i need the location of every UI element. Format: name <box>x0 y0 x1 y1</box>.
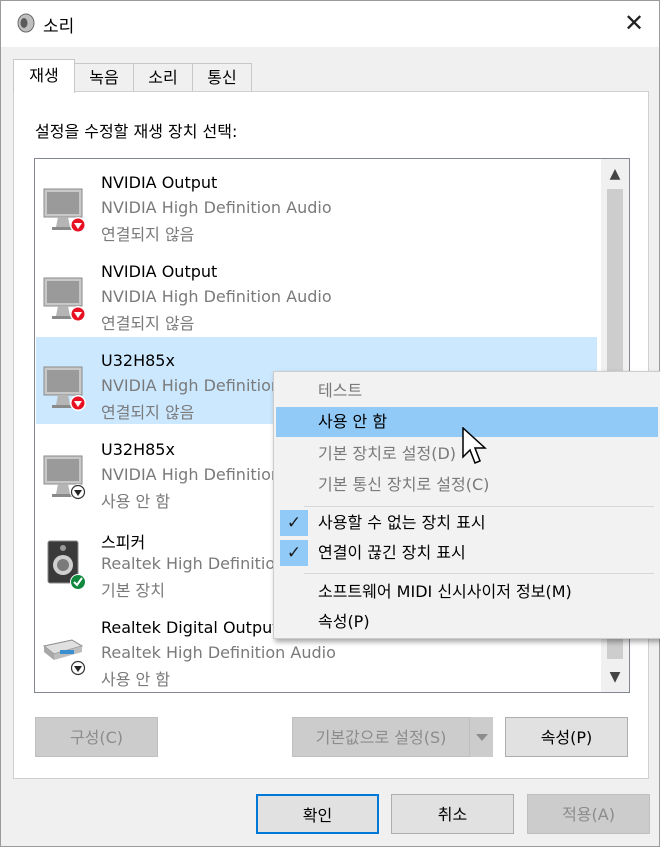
tab-recording[interactable]: 녹음 <box>74 63 134 92</box>
device-name: U32H85x <box>101 351 175 370</box>
menu-item-show-disabled-devices[interactable]: ✓ 사용할 수 없는 장치 표시 <box>276 508 658 538</box>
device-status: 연결되지 않음 <box>101 314 195 333</box>
properties-button[interactable]: 속성(P) <box>505 717 628 757</box>
digital-output-icon <box>42 639 86 676</box>
menu-item-label: 소프트웨어 MIDI 신시사이저 정보(M) <box>318 582 572 601</box>
context-menu: 테스트 사용 안 함 기본 장치로 설정(D) 기본 통신 장치로 설정(C) … <box>273 371 660 639</box>
monitor-icon <box>43 366 86 411</box>
chevron-up-icon: ▲ <box>609 166 621 182</box>
menu-separator <box>304 506 654 507</box>
device-name: 스피커 <box>101 533 146 552</box>
device-description: NVIDIA High Definition Audio <box>101 198 332 217</box>
menu-item-label: 연결이 끊긴 장치 표시 <box>318 543 466 562</box>
menu-item-show-disconnected-devices[interactable]: ✓ 연결이 끊긴 장치 표시 <box>276 538 658 568</box>
speaker-icon <box>47 540 86 590</box>
ok-button[interactable]: 확인 <box>256 794 379 834</box>
device-name: Realtek Digital Output <box>101 618 279 637</box>
tab-sounds[interactable]: 소리 <box>133 63 193 92</box>
close-icon: ✕ <box>623 9 645 37</box>
device-status: 사용 안 함 <box>101 492 171 511</box>
device-name: NVIDIA Output <box>101 173 218 192</box>
menu-item-midi-info[interactable]: 소프트웨어 MIDI 신시사이저 정보(M) <box>276 577 658 607</box>
mouse-pointer-icon <box>462 427 487 464</box>
menu-item-set-default-comm[interactable]: 기본 통신 장치로 설정(C) <box>276 470 658 500</box>
device-status: 사용 안 함 <box>101 670 171 689</box>
menu-item-properties[interactable]: 속성(P) <box>276 607 658 637</box>
cancel-button[interactable]: 취소 <box>391 794 514 834</box>
device-description: Realtek High Definition Audio <box>101 643 336 662</box>
monitor-icon <box>43 277 86 322</box>
device-item[interactable]: NVIDIA Output NVIDIA High Definition Aud… <box>36 159 597 246</box>
set-default-button[interactable]: 기본값으로 설정(S) <box>292 717 470 757</box>
scroll-down-button[interactable]: ▼ <box>601 662 629 692</box>
tab-playback[interactable]: 재생 <box>13 59 75 93</box>
chevron-down-icon: ▼ <box>609 669 621 685</box>
scroll-up-button[interactable]: ▲ <box>601 159 629 189</box>
device-description: NVIDIA High Definition Audio <box>101 287 332 306</box>
device-name: NVIDIA Output <box>101 262 218 281</box>
device-status: 연결되지 않음 <box>101 403 195 422</box>
apply-button[interactable]: 적용(A) <box>527 794 650 834</box>
tab-communications[interactable]: 통신 <box>192 63 252 92</box>
set-default-dropdown-arrow[interactable] <box>469 717 493 757</box>
monitor-icon <box>43 455 86 500</box>
menu-item-label: 사용할 수 없는 장치 표시 <box>318 513 486 532</box>
menu-item-label: 기본 통신 장치로 설정(C) <box>318 475 490 494</box>
window-title: 소리 <box>43 17 75 37</box>
menu-separator <box>304 573 654 574</box>
device-item[interactable]: NVIDIA Output NVIDIA High Definition Aud… <box>36 248 597 335</box>
menu-item-label: 테스트 <box>318 381 363 400</box>
menu-item-label: 속성(P) <box>318 612 370 631</box>
menu-item-label: 사용 안 함 <box>318 412 388 431</box>
configure-button[interactable]: 구성(C) <box>35 717 158 757</box>
close-button[interactable]: ✕ <box>609 1 659 47</box>
checkmark-icon: ✓ <box>280 510 308 536</box>
menu-item-label: 기본 장치로 설정(D) <box>318 444 457 463</box>
select-device-prompt: 설정을 수정할 재생 장치 선택: <box>35 122 238 141</box>
device-status: 기본 장치 <box>101 581 165 600</box>
device-name: U32H85x <box>101 440 175 459</box>
title-bar: 소리 ✕ <box>1 1 659 47</box>
device-status: 연결되지 않음 <box>101 225 195 244</box>
checkmark-icon: ✓ <box>280 540 308 566</box>
menu-item-test[interactable]: 테스트 <box>276 376 658 406</box>
speaker-app-icon <box>17 13 35 33</box>
monitor-icon <box>43 188 86 233</box>
